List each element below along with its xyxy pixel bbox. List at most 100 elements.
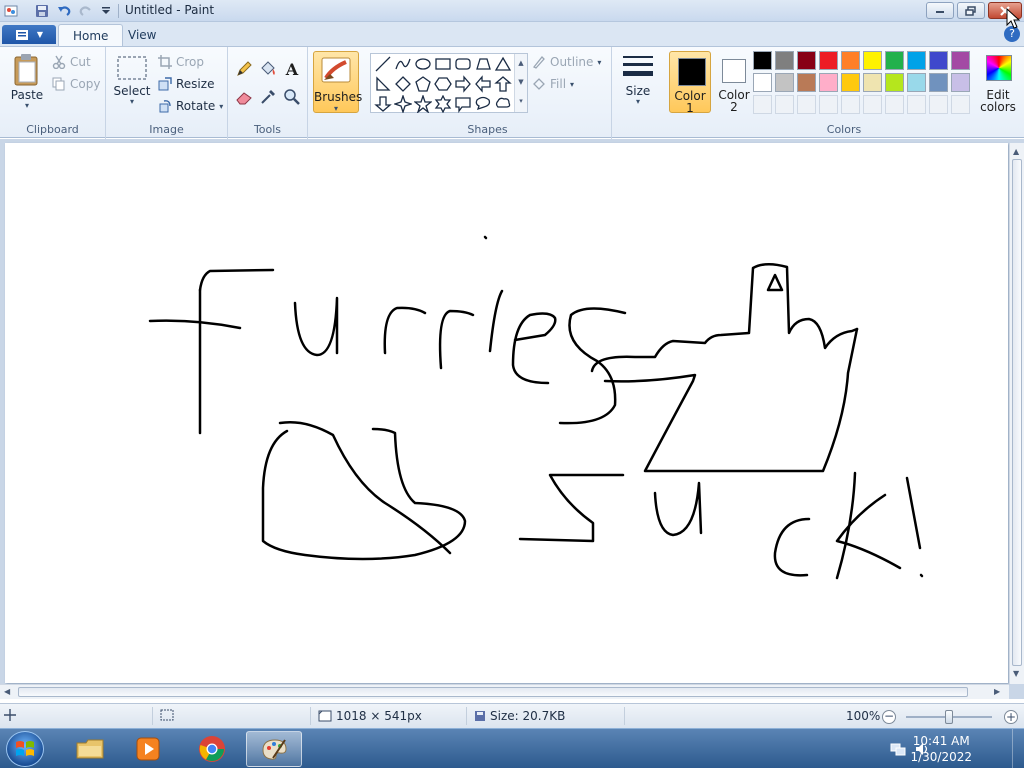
fill-button[interactable]: Fill ▾	[532, 75, 574, 93]
palette-swatch[interactable]	[907, 51, 926, 70]
text-tool-icon[interactable]: A	[282, 59, 302, 79]
four-point-star-shape-icon[interactable]	[394, 95, 412, 113]
palette-swatch[interactable]	[797, 51, 816, 70]
palette-swatch[interactable]	[951, 73, 970, 92]
select-button[interactable]: Select ▾	[113, 55, 151, 106]
customize-quick-access-icon[interactable]	[98, 3, 114, 19]
pencil-icon[interactable]	[234, 59, 254, 79]
triangle-shape-icon[interactable]	[494, 55, 512, 73]
custom-color-slot[interactable]	[819, 95, 838, 114]
hexagon-shape-icon[interactable]	[434, 75, 452, 93]
restore-button[interactable]	[957, 2, 985, 19]
paint-app-icon[interactable]	[3, 3, 19, 19]
taskbar-paint[interactable]	[246, 731, 302, 767]
palette-swatch[interactable]	[753, 73, 772, 92]
palette-swatch[interactable]	[797, 73, 816, 92]
custom-color-slot[interactable]	[841, 95, 860, 114]
line-shape-icon[interactable]	[374, 55, 392, 73]
network-icon[interactable]	[890, 741, 906, 757]
palette-swatch[interactable]	[907, 73, 926, 92]
scroll-up-icon[interactable]: ▲	[1013, 147, 1019, 156]
horizontal-scroll-thumb[interactable]	[18, 687, 968, 697]
resize-button[interactable]: Resize	[158, 75, 214, 93]
color2-button[interactable]: Color 2	[713, 51, 755, 113]
callout-cloud-shape-icon[interactable]	[494, 95, 512, 113]
oval-shape-icon[interactable]	[414, 55, 432, 73]
edit-colors-button[interactable]: Edit colors	[976, 51, 1020, 115]
fill-bucket-icon[interactable]	[258, 59, 278, 79]
scroll-left-icon[interactable]: ◀	[4, 687, 10, 696]
palette-swatch[interactable]	[885, 73, 904, 92]
show-desktop-button[interactable]	[1012, 729, 1024, 768]
copy-button[interactable]: Copy	[52, 75, 100, 93]
custom-color-slot[interactable]	[797, 95, 816, 114]
start-button[interactable]	[6, 731, 44, 767]
vertical-scroll-thumb[interactable]	[1012, 159, 1022, 666]
tab-view[interactable]: View	[114, 24, 170, 46]
cut-button[interactable]: Cut	[52, 53, 91, 71]
paste-button[interactable]: Paste ▾	[8, 53, 46, 110]
palette-swatch[interactable]	[775, 51, 794, 70]
palette-swatch[interactable]	[863, 73, 882, 92]
curve-shape-icon[interactable]	[394, 55, 412, 73]
system-clock[interactable]: 10:41 AM 1/30/2022	[910, 733, 972, 765]
down-arrow-shape-icon[interactable]	[374, 95, 392, 113]
horizontal-scrollbar[interactable]: ◀ ▶	[0, 684, 1009, 699]
palette-swatch[interactable]	[885, 51, 904, 70]
taskbar-chrome[interactable]	[184, 731, 240, 767]
custom-color-slot[interactable]	[775, 95, 794, 114]
taskbar-media-player[interactable]	[120, 731, 176, 767]
scroll-right-icon[interactable]: ▶	[994, 687, 1000, 696]
eraser-icon[interactable]	[234, 87, 254, 107]
custom-color-slot[interactable]	[951, 95, 970, 114]
five-point-star-shape-icon[interactable]	[414, 95, 432, 113]
palette-swatch[interactable]	[753, 51, 772, 70]
minimize-button[interactable]	[926, 2, 954, 19]
palette-swatch[interactable]	[951, 51, 970, 70]
palette-swatch[interactable]	[819, 51, 838, 70]
taskbar-explorer[interactable]	[62, 731, 118, 767]
palette-swatch[interactable]	[841, 73, 860, 92]
rectangle-shape-icon[interactable]	[434, 55, 452, 73]
color-picker-icon[interactable]	[258, 87, 278, 107]
right-arrow-shape-icon[interactable]	[454, 75, 472, 93]
palette-swatch[interactable]	[841, 51, 860, 70]
custom-color-slot[interactable]	[929, 95, 948, 114]
paint-menu-button[interactable]: ▼	[2, 25, 56, 44]
brushes-button[interactable]: Brushes ▾	[313, 51, 362, 113]
custom-color-slot[interactable]	[907, 95, 926, 114]
save-icon[interactable]	[34, 3, 50, 19]
right-triangle-shape-icon[interactable]	[374, 75, 392, 93]
redo-icon[interactable]	[78, 3, 94, 19]
outline-button[interactable]: Outline ▾	[532, 53, 601, 71]
shapes-gallery-scroll[interactable]: ▲ ▼ ▾	[514, 54, 527, 112]
callout-oval-shape-icon[interactable]	[474, 95, 492, 113]
palette-swatch[interactable]	[863, 51, 882, 70]
drawing-canvas[interactable]	[5, 143, 1008, 683]
up-arrow-shape-icon[interactable]	[494, 75, 512, 93]
custom-color-slot[interactable]	[863, 95, 882, 114]
zoom-in-button[interactable]: +	[1004, 710, 1018, 724]
palette-swatch[interactable]	[775, 73, 794, 92]
custom-color-slot[interactable]	[885, 95, 904, 114]
pentagon-shape-icon[interactable]	[414, 75, 432, 93]
palette-swatch[interactable]	[929, 51, 948, 70]
zoom-slider-thumb[interactable]	[945, 710, 953, 724]
left-arrow-shape-icon[interactable]	[474, 75, 492, 93]
color1-button[interactable]: Color 1	[669, 51, 711, 114]
polygon-shape-icon[interactable]	[474, 55, 492, 73]
six-point-star-shape-icon[interactable]	[434, 95, 452, 113]
crop-button[interactable]: Crop	[158, 53, 204, 71]
rounded-rectangle-shape-icon[interactable]	[454, 55, 472, 73]
vertical-scrollbar[interactable]: ▲ ▼	[1009, 143, 1024, 684]
callout-rounded-shape-icon[interactable]	[454, 95, 472, 113]
custom-color-slot[interactable]	[753, 95, 772, 114]
scroll-down-icon[interactable]: ▼	[1013, 669, 1019, 678]
rotate-button[interactable]: Rotate ▾	[158, 97, 223, 115]
palette-swatch[interactable]	[819, 73, 838, 92]
magnifier-icon[interactable]	[282, 87, 302, 107]
palette-swatch[interactable]	[929, 73, 948, 92]
size-button[interactable]: Size ▾	[618, 53, 658, 106]
undo-icon[interactable]	[56, 3, 72, 19]
zoom-out-button[interactable]: −	[882, 710, 896, 724]
